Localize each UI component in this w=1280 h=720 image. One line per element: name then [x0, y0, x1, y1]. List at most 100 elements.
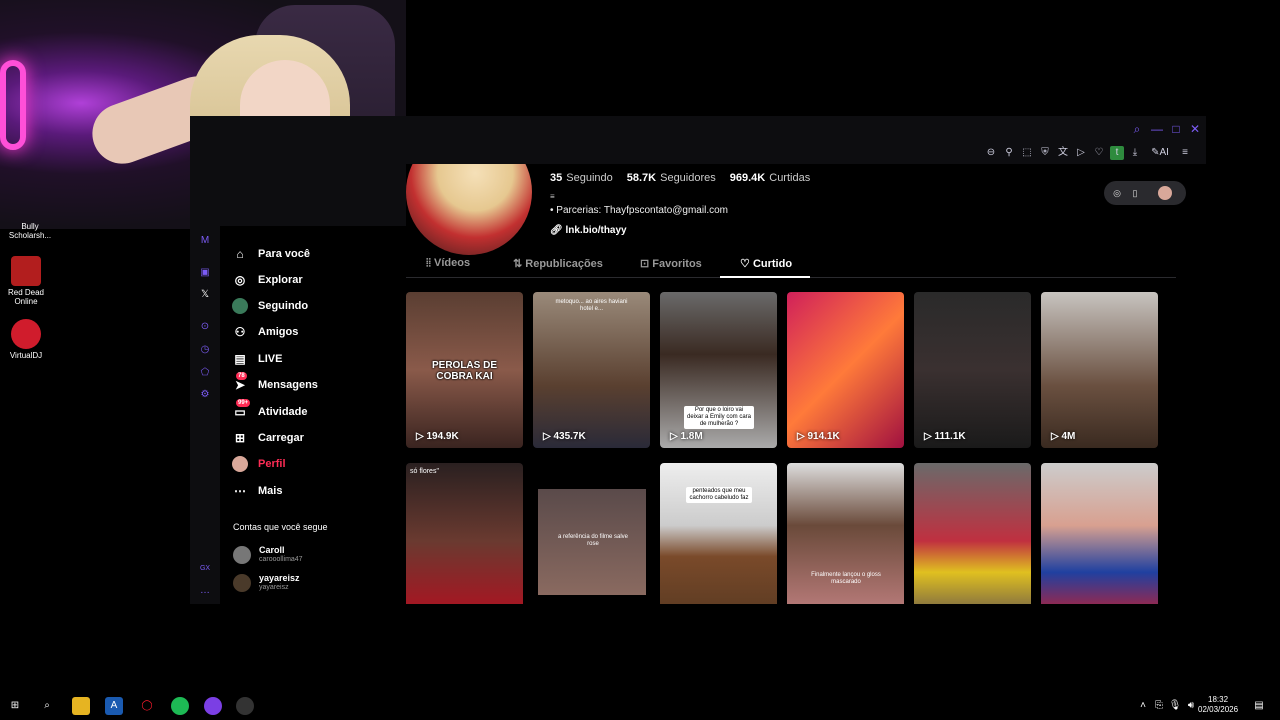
translate-icon[interactable]: 文: [1056, 146, 1070, 160]
compass-icon[interactable]: ◎: [1110, 186, 1124, 200]
following-account[interactable]: yayareisz yayareisz: [233, 573, 300, 592]
video-thumbnail[interactable]: PEROLAS DE COBRA KAI ▷ 194.9K: [406, 292, 523, 448]
video-thumbnail[interactable]: metoquo... ao aires haviani hotel e... ▷…: [533, 292, 650, 448]
messenger-icon[interactable]: [204, 697, 222, 715]
app-a-icon[interactable]: A: [105, 697, 123, 715]
x-icon[interactable]: 𝕏: [198, 288, 212, 302]
red-dead-icon: [11, 256, 41, 286]
obs-icon[interactable]: [236, 697, 254, 715]
link-text: lnk.bio/thayy: [565, 225, 627, 236]
menu-icon[interactable]: ≡: [1178, 146, 1192, 160]
settings-icon[interactable]: ⚙: [198, 388, 212, 402]
shield-icon[interactable]: ⛨: [1038, 146, 1052, 160]
following-icon: [232, 298, 248, 314]
avatar[interactable]: [1158, 186, 1172, 200]
play-icon[interactable]: ▷: [1074, 146, 1088, 160]
screenshot-icon[interactable]: ⬚: [1020, 146, 1034, 160]
nav-item-mais[interactable]: ⋯ Mais: [232, 480, 282, 502]
nav-item-amigos[interactable]: ⚇ Amigos: [232, 321, 299, 343]
video-thumbnail[interactable]: Por que o loiro vai deixar a Emily com c…: [660, 292, 777, 448]
heart-icon[interactable]: ♡: [1092, 146, 1106, 160]
bio-icon: ≡: [550, 192, 555, 201]
gx-sidebar: M ▣ 𝕏 ⊙ ◷ ⬠ ⚙ GX …: [190, 226, 220, 604]
nav-item-mensagens[interactable]: ➤ 78 Mensagens: [232, 372, 318, 396]
twitch-icon[interactable]: ▣: [198, 266, 212, 280]
video-thumbnail[interactable]: ▷ 111.1K: [914, 292, 1031, 448]
search-icon[interactable]: ⌕: [38, 697, 56, 715]
tab-videos[interactable]: ⦙⦙ Vídeos: [426, 257, 470, 270]
desktop: Bully Scholarsh... Red Dead Online Virtu…: [0, 0, 1280, 720]
stat-following[interactable]: 35 Seguindo: [550, 172, 613, 184]
friends-icon: ⚇: [234, 325, 246, 339]
taskbar-clock[interactable]: 18:32 02/03/2026: [1198, 695, 1238, 715]
profile-page: 35 Seguindo 58.7K Seguidores 969.4K Curtida…: [406, 164, 1206, 604]
heart-icon: ♡: [740, 258, 750, 270]
nav-item-explorar[interactable]: ◎ Explorar: [232, 269, 303, 291]
tab-favoritos[interactable]: ⊡ Favoritos: [640, 257, 702, 270]
video-overlay-text: PEROLAS DE COBRA KAI: [431, 360, 497, 382]
video-thumbnail[interactable]: [1041, 463, 1158, 604]
gx-messenger-icon[interactable]: M: [198, 234, 212, 248]
desktop-icon-virtualdj[interactable]: VirtualDJ: [0, 319, 56, 360]
video-caption: Finalmente lançou o gloss mascarado: [811, 572, 881, 585]
video-thumbnail[interactable]: Finalmente lançou o gloss mascarado: [787, 463, 904, 604]
nav-label: Perfil: [258, 458, 286, 470]
video-thumbnail[interactable]: a referência do filme salve rose: [533, 463, 650, 604]
following-account[interactable]: Caroll carooollima47: [233, 545, 303, 564]
stat-label: Seguidores: [660, 172, 716, 184]
nav-item-live[interactable]: ▤ LIVE: [232, 348, 282, 370]
desktop-icon-red-dead-online[interactable]: Red Dead Online: [0, 256, 56, 306]
ai-icon[interactable]: ✎AI: [1148, 146, 1172, 160]
video-thumbnail[interactable]: ▷ 914.1K: [787, 292, 904, 448]
tab-label: Favoritos: [652, 258, 702, 270]
download-icon[interactable]: ⤓: [1128, 146, 1142, 160]
device-icon[interactable]: ▯: [1128, 186, 1142, 200]
stat-followers[interactable]: 58.7K Seguidores: [627, 172, 716, 184]
profile-stats: 35 Seguindo 58.7K Seguidores 969.4K Curtida…: [550, 172, 810, 184]
spotify-icon[interactable]: [171, 697, 189, 715]
nav-label: LIVE: [258, 353, 283, 365]
messages-badge: 78: [236, 372, 247, 380]
tab-curtido[interactable]: ♡ Curtido: [740, 257, 792, 270]
nav-label: Mensagens: [258, 379, 318, 391]
player-icon[interactable]: ⊙: [198, 320, 212, 334]
close-icon[interactable]: ✕: [1189, 123, 1201, 135]
nav-item-atividade[interactable]: ▭ 99+ Atividade: [232, 399, 308, 423]
account-handle: yayareisz: [259, 584, 289, 591]
extension-icon[interactable]: t: [1110, 146, 1124, 160]
video-thumbnail[interactable]: ▷ 4M: [1041, 292, 1158, 448]
more-icon[interactable]: …: [198, 584, 212, 598]
account-name: yayareisz: [259, 573, 300, 583]
windows-start-icon[interactable]: ⊞: [6, 697, 24, 715]
video-thumbnail[interactable]: penteados que meu cachorro cabeludo faz: [660, 463, 777, 604]
nav-item-carregar[interactable]: ⊞ Carregar: [232, 427, 304, 449]
repost-icon: ⇅: [513, 258, 523, 270]
notifications-icon[interactable]: ▤: [1250, 697, 1268, 715]
video-views: ▷ 111.1K: [924, 431, 966, 442]
video-thumbnail[interactable]: [914, 463, 1031, 604]
active-tab-underline: [720, 276, 810, 278]
tab-republicacoes[interactable]: ⇅ Republicações: [513, 257, 603, 270]
stat-value: 58.7K: [626, 172, 657, 184]
stat-label: Curtidas: [769, 172, 811, 184]
video-views: ▷ 4M: [1051, 431, 1076, 442]
zoom-icon[interactable]: ⊖: [984, 146, 998, 160]
nav-item-seguindo[interactable]: Seguindo: [232, 295, 308, 317]
pin-icon[interactable]: ⚲: [1002, 146, 1016, 160]
file-explorer-icon[interactable]: [72, 697, 90, 715]
profile-link[interactable]: 🔗︎ lnk.bio/thayy: [550, 225, 627, 236]
minimize-icon[interactable]: —: [1151, 123, 1163, 135]
gx-corner-icon[interactable]: GX: [198, 562, 212, 576]
history-icon[interactable]: ◷: [198, 343, 212, 357]
nav-item-para-voce[interactable]: ⌂ Para você: [232, 243, 310, 265]
desktop-icon-bully[interactable]: Bully Scholarsh...: [0, 222, 60, 240]
opera-gx-icon[interactable]: ◯: [138, 697, 156, 715]
extensions-icon[interactable]: ⬠: [198, 366, 212, 380]
profile-avatar: [406, 164, 532, 255]
maximize-icon[interactable]: □: [1170, 123, 1182, 135]
video-thumbnail[interactable]: só flores": [406, 463, 523, 604]
home-icon: ⌂: [236, 247, 244, 261]
nav-item-perfil[interactable]: Perfil: [232, 453, 286, 475]
nav-label: Mais: [258, 485, 283, 497]
search-icon[interactable]: ⌕: [1131, 123, 1143, 135]
